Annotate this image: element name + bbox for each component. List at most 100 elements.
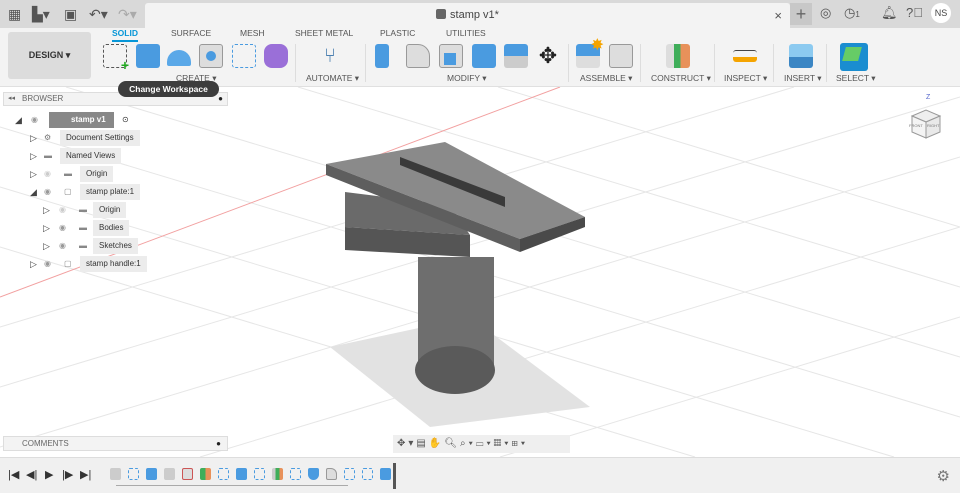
modify-menu[interactable]: MODIFY ▾ <box>447 73 487 84</box>
timeline-fillet-icon[interactable] <box>326 468 337 480</box>
zoom-icon[interactable]: 🔍︎ <box>444 438 460 449</box>
view-cube[interactable] <box>908 104 944 140</box>
select-icon[interactable] <box>840 43 868 71</box>
combine-icon[interactable] <box>472 44 496 68</box>
user-avatar[interactable]: NS <box>931 3 951 23</box>
step-forward-icon[interactable]: |▶ <box>62 468 73 481</box>
hidden-eye-icon[interactable]: ◉ <box>59 202 66 218</box>
pattern-icon[interactable] <box>232 44 256 68</box>
measure-icon[interactable] <box>733 50 757 62</box>
shell-icon[interactable] <box>439 44 463 68</box>
assemble-menu[interactable]: ASSEMBLE ▾ <box>580 73 632 84</box>
extrude-icon[interactable] <box>136 44 160 68</box>
timeline-settings-icon[interactable]: ⚙ <box>937 467 950 485</box>
close-tab-icon[interactable]: × <box>774 8 782 23</box>
press-pull-icon[interactable] <box>375 44 389 68</box>
timeline-component-icon[interactable] <box>164 468 175 480</box>
3d-viewport[interactable] <box>0 87 960 457</box>
file-menu-icon[interactable]: ▙▾ <box>32 6 50 22</box>
expand-icon[interactable]: ▷ <box>43 202 50 218</box>
step-back-icon[interactable]: ◀| <box>26 468 37 481</box>
visibility-icon[interactable]: ◉ <box>44 184 51 200</box>
timeline-sketch-icon[interactable] <box>254 468 265 480</box>
orbit-icon[interactable]: ✥▾ <box>397 438 416 449</box>
pin-icon[interactable]: ● <box>218 93 223 105</box>
notifications-icon[interactable]: 🔔︎ <box>881 5 898 21</box>
tab-sheet-metal[interactable]: SHEET METAL <box>295 28 353 38</box>
collapse-icon[interactable]: ◂◂ <box>8 93 15 105</box>
help-icon[interactable]: ?⃝ <box>906 5 923 20</box>
tab-solid[interactable]: SOLID <box>112 28 138 42</box>
timeline-sketch-icon[interactable] <box>290 468 301 480</box>
data-panel-icon[interactable]: ◎ <box>820 5 831 21</box>
visibility-icon[interactable]: ◉ <box>59 238 66 254</box>
offset-plane-icon[interactable] <box>666 44 690 68</box>
visibility-icon[interactable]: ◉ <box>31 112 38 128</box>
split-body-icon[interactable] <box>504 44 528 68</box>
timeline-plane-icon[interactable] <box>200 468 211 480</box>
joint-icon[interactable] <box>609 44 633 68</box>
revolve-icon[interactable] <box>167 50 191 66</box>
go-to-end-icon[interactable]: ▶| <box>80 468 91 481</box>
workspace-switcher[interactable]: DESIGN ▾ <box>8 32 91 79</box>
expand-icon[interactable]: ▷ <box>43 238 50 254</box>
expand-icon[interactable]: ▷ <box>30 166 37 182</box>
insert-menu[interactable]: INSERT ▾ <box>784 73 822 84</box>
display-settings-icon[interactable]: ▭▾ <box>476 438 494 449</box>
redo-icon[interactable]: ↷▾ <box>118 6 137 22</box>
viewports-icon[interactable]: ⊞▾ <box>511 438 528 449</box>
timeline-sketch-icon[interactable] <box>218 468 229 480</box>
expand-icon[interactable]: ▷ <box>30 148 37 164</box>
timeline-extrude-icon[interactable] <box>380 468 391 480</box>
expanded-icon[interactable]: ◢ <box>30 184 37 200</box>
expand-icon[interactable]: ▷ <box>30 130 37 146</box>
hole-icon[interactable] <box>199 44 223 68</box>
timeline-extrude-icon[interactable] <box>236 468 247 480</box>
new-component-icon[interactable]: ✸ <box>576 38 604 68</box>
look-at-icon[interactable]: ▤ <box>416 438 428 449</box>
job-status-icon[interactable]: ◷1 <box>844 5 860 21</box>
create-form-icon[interactable] <box>264 44 288 68</box>
pan-icon[interactable]: ✋ <box>429 438 444 449</box>
visibility-icon[interactable]: ◉ <box>59 220 66 236</box>
timeline-plane-icon[interactable] <box>272 468 283 480</box>
hidden-eye-icon[interactable]: ◉ <box>44 166 51 182</box>
timeline-extrude-icon[interactable] <box>146 468 157 480</box>
visibility-icon[interactable]: ◉ <box>44 256 51 272</box>
fillet-icon[interactable] <box>406 44 430 68</box>
new-tab-button[interactable]: + <box>790 3 812 25</box>
automate-icon[interactable]: ⑂ <box>318 44 342 68</box>
play-icon[interactable]: ▶ <box>45 468 53 481</box>
timeline-sketch-icon[interactable] <box>344 468 355 480</box>
apps-grid-icon[interactable]: ▦ <box>8 6 21 22</box>
timeline-sketch-icon[interactable] <box>362 468 373 480</box>
undo-icon[interactable]: ↶▾ <box>89 6 108 22</box>
automate-menu[interactable]: AUTOMATE ▾ <box>306 73 359 84</box>
timeline-component-icon[interactable] <box>110 468 121 480</box>
timeline-marker[interactable] <box>393 463 396 489</box>
expand-icon[interactable]: ▷ <box>43 220 50 236</box>
go-to-start-icon[interactable]: |◀ <box>8 468 19 481</box>
save-icon[interactable]: ▣ <box>64 6 77 22</box>
select-menu[interactable]: SELECT ▾ <box>836 73 876 84</box>
tab-surface[interactable]: SURFACE <box>171 28 211 38</box>
insert-image-icon[interactable] <box>789 44 813 68</box>
document-tab[interactable]: stamp v1* × <box>145 3 790 28</box>
activate-radio-icon[interactable]: ⊙ <box>122 112 129 128</box>
tab-mesh[interactable]: MESH <box>240 28 265 38</box>
expand-icon[interactable]: ▷ <box>30 256 37 272</box>
fit-icon[interactable]: ⌕▾ <box>460 438 476 449</box>
add-comment-icon[interactable]: ● <box>216 437 221 450</box>
tab-plastic[interactable]: PLASTIC <box>380 28 415 38</box>
construct-menu[interactable]: CONSTRUCT ▾ <box>651 73 711 84</box>
expanded-icon[interactable]: ◢ <box>15 112 22 128</box>
create-sketch-icon[interactable]: + <box>103 44 129 72</box>
move-icon[interactable]: ✥ <box>536 44 560 68</box>
timeline-sketch-icon[interactable] <box>128 468 139 480</box>
timeline-joint-icon[interactable] <box>182 468 193 480</box>
grid-settings-icon[interactable]: ▦▾ <box>494 438 512 449</box>
inspect-menu[interactable]: INSPECT ▾ <box>724 73 767 84</box>
timeline-revolve-icon[interactable] <box>308 468 319 480</box>
comments-panel[interactable]: COMMENTS ● <box>3 436 228 451</box>
tab-utilities[interactable]: UTILITIES <box>446 28 486 38</box>
